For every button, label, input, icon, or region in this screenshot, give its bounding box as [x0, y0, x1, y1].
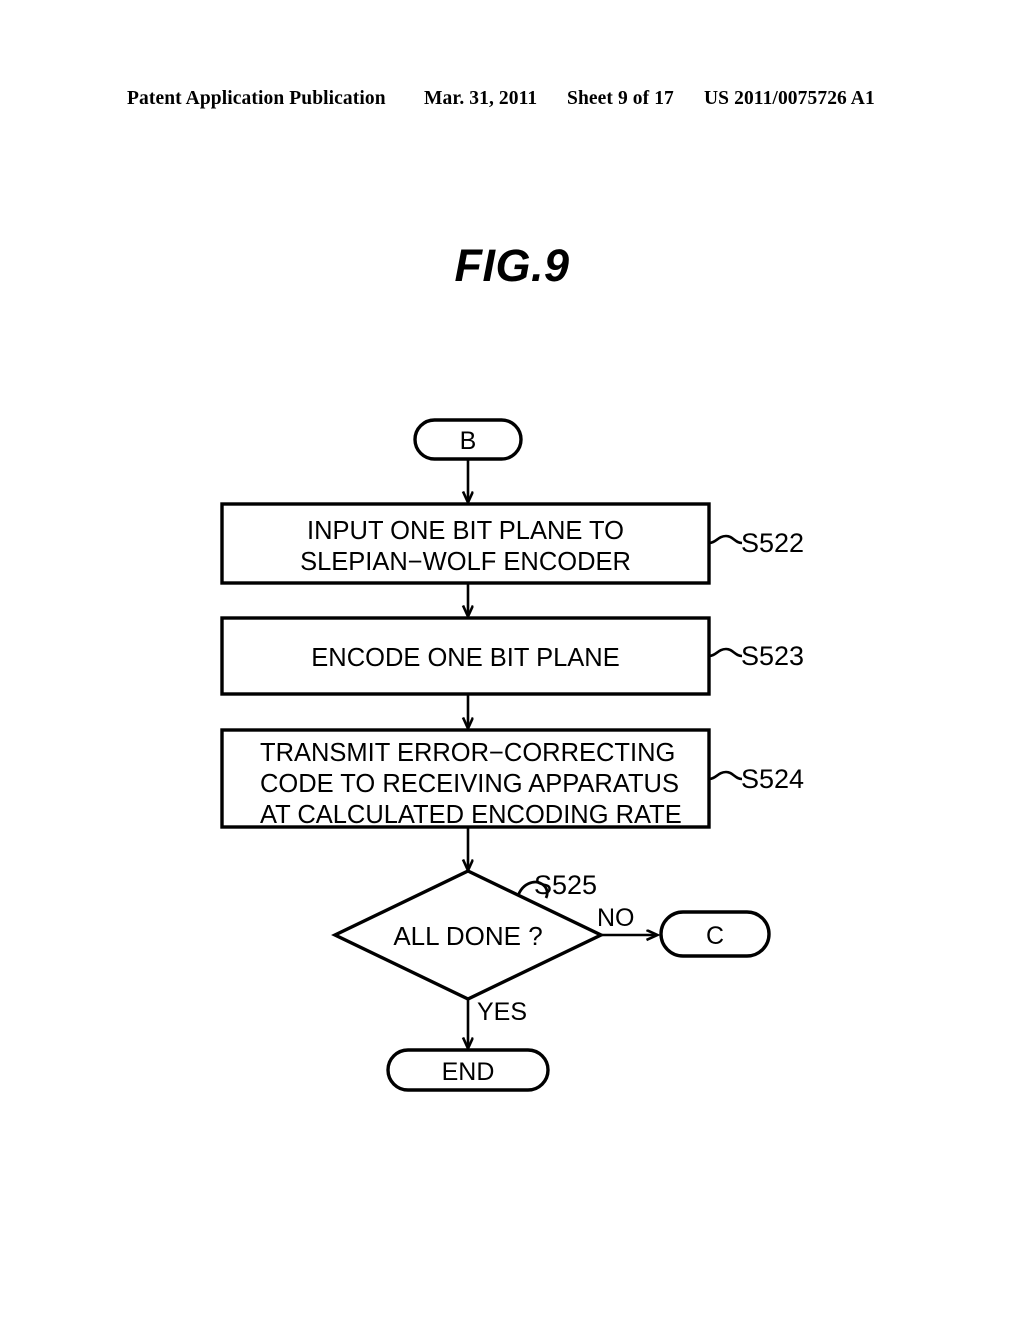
step-number-s524: S524	[741, 764, 805, 794]
step-number-s525: S525	[534, 870, 598, 900]
process-s524-line-2: CODE TO RECEIVING APPARATUS	[260, 770, 679, 798]
process-s524-line-3: AT CALCULATED ENCODING RATE	[260, 801, 682, 829]
process-s522-line-2: SLEPIAN−WOLF ENCODER	[300, 548, 631, 576]
leader-line-s524	[708, 770, 743, 781]
flowchart-diagram: B INPUT ONE BIT PLANE TO SLEPIAN−WOLF EN…	[0, 0, 1024, 1320]
decision-s525-label: ALL DONE ?	[393, 921, 543, 951]
step-number-s522: S522	[741, 528, 805, 558]
end-terminal-label: END	[441, 1058, 495, 1086]
leader-line-s522	[708, 534, 743, 545]
branch-label-yes: YES	[477, 998, 528, 1026]
start-connector-label: B	[459, 427, 477, 455]
leader-line-s523	[708, 647, 743, 658]
connector-c-label: C	[705, 922, 725, 950]
process-s524-line-1: TRANSMIT ERROR−CORRECTING	[260, 739, 676, 767]
step-number-s523: S523	[741, 641, 805, 671]
branch-label-no: NO	[597, 904, 635, 932]
process-s523-line-1: ENCODE ONE BIT PLANE	[311, 644, 620, 672]
process-s522-line-1: INPUT ONE BIT PLANE TO	[307, 517, 624, 545]
